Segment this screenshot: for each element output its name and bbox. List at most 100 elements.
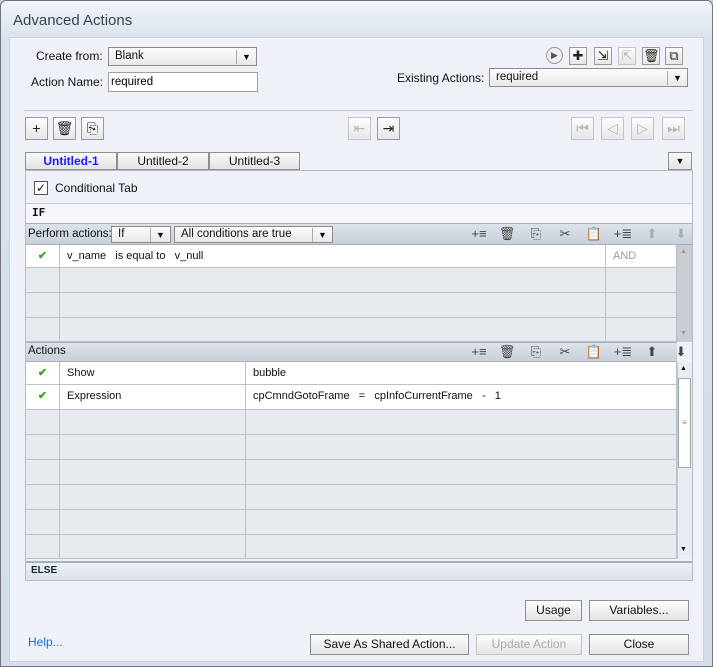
- condition-operator[interactable]: [606, 318, 677, 342]
- action-target-cell[interactable]: bubble: [246, 362, 677, 385]
- action-enabled-check[interactable]: ✔: [26, 362, 60, 385]
- existing-actions-dropdown[interactable]: required ▼: [489, 68, 688, 87]
- else-section-header[interactable]: [26, 561, 692, 580]
- action-enabled-check[interactable]: [26, 410, 60, 435]
- delete-tab-button[interactable]: 🗑: [53, 117, 76, 140]
- delete-icon[interactable]: 🗑: [497, 344, 517, 360]
- action-name-cell[interactable]: Expression: [60, 385, 246, 410]
- scroll-down-icon[interactable]: ▼: [680, 330, 687, 337]
- export-action-button[interactable]: ⇱: [618, 47, 636, 65]
- add-tab-button[interactable]: +: [25, 117, 48, 140]
- usage-button[interactable]: Usage: [525, 600, 582, 621]
- copy-icon[interactable]: ⎘: [526, 344, 546, 360]
- action-enabled-check[interactable]: ✔: [26, 385, 60, 410]
- move-tab-left-button[interactable]: ⇤: [348, 117, 371, 140]
- if-section-header: [26, 203, 692, 223]
- action-enabled-check[interactable]: [26, 435, 60, 460]
- insert-row-icon[interactable]: +≣: [613, 344, 633, 360]
- action-target-cell[interactable]: [246, 410, 677, 435]
- scrollbar-thumb[interactable]: ≡: [678, 378, 691, 468]
- condition-scrollbar[interactable]: [677, 245, 692, 342]
- move-up-icon[interactable]: ⬆: [642, 344, 662, 360]
- move-tab-right-button[interactable]: ⇥: [377, 117, 400, 140]
- preview-play-button[interactable]: ▶: [546, 47, 563, 64]
- tab-untitled-3[interactable]: Untitled-3: [209, 152, 300, 170]
- last-tab-button[interactable]: ⏭: [662, 117, 685, 140]
- next-tab-button[interactable]: ▷: [631, 117, 654, 140]
- insert-row-icon[interactable]: +≣: [613, 226, 633, 242]
- action-target-cell[interactable]: [246, 485, 677, 510]
- add-row-icon[interactable]: +≡: [469, 226, 489, 241]
- action-name-cell[interactable]: [60, 485, 246, 510]
- copy-icon[interactable]: ⎘: [526, 226, 546, 242]
- scroll-up-icon[interactable]: ▲: [680, 248, 687, 255]
- if-mode-value: If: [118, 228, 125, 240]
- scroll-down-icon[interactable]: ▼: [680, 546, 687, 553]
- move-down-icon[interactable]: ⬇: [671, 226, 691, 242]
- paste-icon[interactable]: 📋: [584, 226, 604, 242]
- action-name-cell[interactable]: [60, 460, 246, 485]
- action-name-cell[interactable]: [60, 410, 246, 435]
- cut-icon[interactable]: ✂: [555, 344, 575, 360]
- move-down-icon[interactable]: ⬇: [671, 344, 691, 360]
- action-enabled-check[interactable]: [26, 485, 60, 510]
- action-name-input[interactable]: [108, 72, 258, 92]
- delete-action-button[interactable]: 🗑: [642, 47, 660, 65]
- condition-enabled-check[interactable]: [26, 318, 60, 342]
- condition-enabled-check[interactable]: ✔: [26, 245, 60, 268]
- if-mode-dropdown[interactable]: If ▼: [111, 226, 171, 243]
- add-row-icon[interactable]: +≡: [469, 344, 489, 359]
- move-up-icon[interactable]: ⬆: [642, 226, 662, 242]
- action-target-cell[interactable]: [246, 460, 677, 485]
- action-enabled-check[interactable]: [26, 535, 60, 559]
- delete-icon[interactable]: 🗑: [497, 226, 517, 242]
- action-enabled-check[interactable]: [26, 460, 60, 485]
- condition-logic-dropdown[interactable]: All conditions are true ▼: [174, 226, 333, 243]
- condition-operator[interactable]: [606, 268, 677, 293]
- paste-icon[interactable]: 📋: [584, 344, 604, 360]
- action-target-cell[interactable]: cpCmndGotoFrame = cpInfoCurrentFrame - 1: [246, 385, 677, 410]
- conditional-tab-checkbox[interactable]: ✓: [34, 181, 48, 195]
- tabs-menu-button[interactable]: ▼: [668, 152, 692, 170]
- action-name-cell[interactable]: [60, 535, 246, 559]
- duplicate-action-button[interactable]: ⧉: [665, 47, 683, 65]
- actions-bar: [26, 342, 677, 362]
- variables-button[interactable]: Variables...: [589, 600, 689, 621]
- chevron-down-icon: ▼: [667, 71, 687, 85]
- import-action-button[interactable]: ⇲: [594, 47, 612, 65]
- condition-row[interactable]: [60, 268, 606, 293]
- action-name-cell[interactable]: [60, 435, 246, 460]
- duplicate-tab-button[interactable]: ⎘: [81, 117, 104, 140]
- tab-untitled-2[interactable]: Untitled-2: [117, 152, 209, 170]
- scroll-up-icon[interactable]: ▲: [680, 365, 687, 372]
- save-as-shared-action-button[interactable]: Save As Shared Action...: [310, 634, 469, 655]
- close-button[interactable]: Close: [589, 634, 689, 655]
- update-action-button[interactable]: Update Action: [476, 634, 582, 655]
- action-name-cell[interactable]: Show: [60, 362, 246, 385]
- cut-icon[interactable]: ✂: [555, 226, 575, 242]
- condition-enabled-check[interactable]: [26, 293, 60, 318]
- condition-operator[interactable]: AND: [606, 245, 677, 268]
- condition-operator[interactable]: [606, 293, 677, 318]
- prev-tab-button[interactable]: ◁: [601, 117, 624, 140]
- condition-enabled-check[interactable]: [26, 268, 60, 293]
- action-target-cell[interactable]: [246, 510, 677, 535]
- create-from-value: Blank: [115, 50, 144, 62]
- action-enabled-check[interactable]: [26, 510, 60, 535]
- condition-row[interactable]: v_name is equal to v_null: [60, 245, 606, 268]
- dialog-title: Advanced Actions: [13, 12, 133, 29]
- tab-untitled-1[interactable]: Untitled-1: [25, 152, 117, 170]
- action-target-cell[interactable]: [246, 435, 677, 460]
- action-target-cell[interactable]: [246, 535, 677, 559]
- action-name-cell[interactable]: [60, 510, 246, 535]
- else-label: ELSE: [31, 565, 58, 576]
- help-link[interactable]: Help...: [28, 635, 63, 649]
- conditional-tab-label: Conditional Tab: [55, 181, 138, 195]
- chevron-down-icon: ▼: [236, 50, 256, 64]
- condition-row[interactable]: [60, 293, 606, 318]
- first-tab-button[interactable]: ⏮: [571, 117, 594, 140]
- create-from-dropdown[interactable]: Blank ▼: [108, 47, 257, 66]
- condition-row[interactable]: [60, 318, 606, 342]
- if-label: IF: [32, 206, 46, 219]
- new-action-button[interactable]: ✚: [569, 47, 587, 65]
